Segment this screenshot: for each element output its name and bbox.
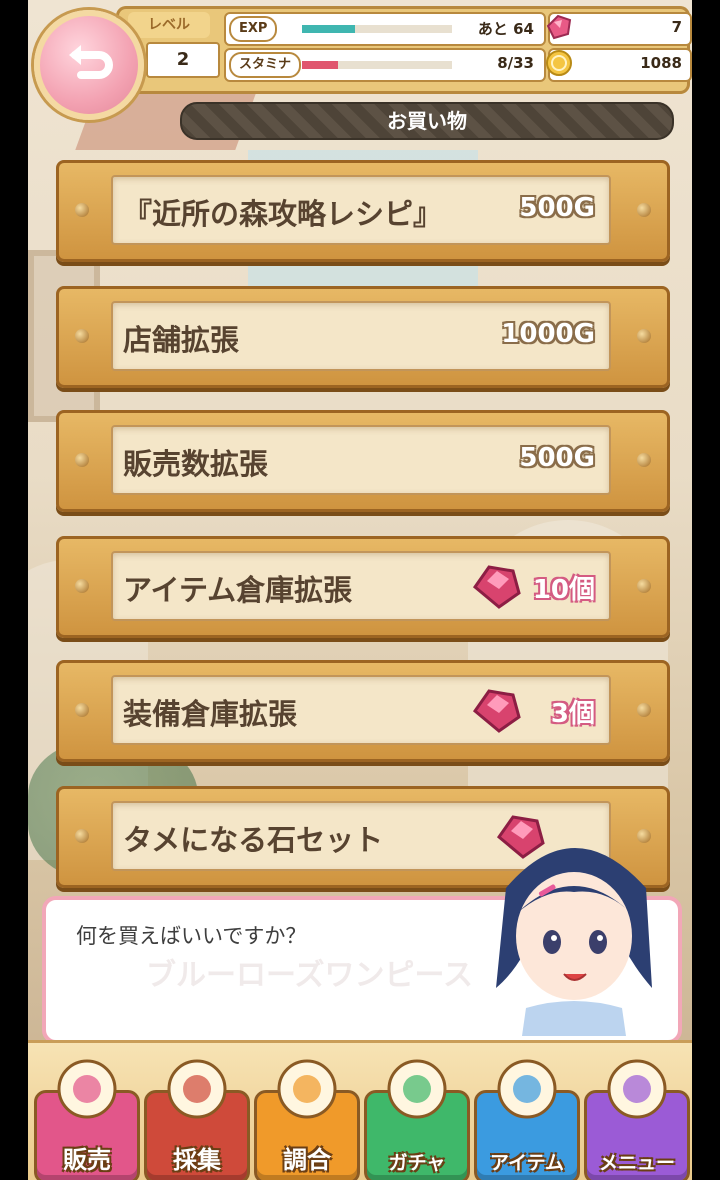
nail-icon <box>75 453 89 467</box>
stamina-fill <box>302 61 338 69</box>
shop-item-price: 500G <box>519 443 595 473</box>
shop-item-price: 10個 <box>532 575 595 605</box>
nail-icon <box>637 579 651 593</box>
shopkeeper-character <box>496 848 652 1036</box>
shop-item[interactable]: アイテム倉庫拡張 10個 <box>56 536 670 638</box>
gem-icon <box>472 565 521 609</box>
exp-label: EXP <box>229 16 278 42</box>
exp-remaining: あと 64 <box>477 20 534 38</box>
shop-item-plate: 『近所の森攻略レシピ』 500G <box>111 175 611 245</box>
gold-count: 1088 <box>640 54 682 72</box>
gem-icon <box>546 14 572 40</box>
nail-icon <box>75 829 89 843</box>
return-arrow-icon <box>69 45 113 79</box>
gold-counter: 1088 <box>546 48 692 82</box>
shop-item-price: 3個 <box>550 699 595 729</box>
shop-item-name: 販売数拡張 <box>123 447 269 481</box>
boot-icon <box>167 1059 227 1119</box>
level-value: 2 <box>146 42 220 78</box>
nail-icon <box>637 203 651 217</box>
shop-item-name: アイテム倉庫拡張 <box>123 573 353 607</box>
back-button[interactable] <box>34 10 144 120</box>
shop-item[interactable]: 販売数拡張 500G <box>56 410 670 512</box>
nav-label: 販売 <box>63 1146 111 1174</box>
nail-icon <box>637 703 651 717</box>
stamina-label: スタミナ <box>229 52 302 78</box>
shop-item-name: タメになる石セット <box>123 823 384 857</box>
potion-icon <box>277 1059 337 1119</box>
shop-item[interactable]: 装備倉庫拡張 3個 <box>56 660 670 762</box>
shop-item-plate: 店舗拡張 1000G <box>111 301 611 371</box>
stamina-value: 8/33 <box>497 54 534 72</box>
exp-track <box>302 25 452 33</box>
nav-label: 調合 <box>283 1146 331 1174</box>
nail-icon <box>637 329 651 343</box>
dialog-message: 何を買えばいいですか？ <box>76 924 307 948</box>
shop-item-name: 『近所の森攻略レシピ』 <box>123 197 443 231</box>
notebook-icon <box>497 1059 557 1119</box>
stamina-bar: スタミナ 8/33 <box>224 48 546 82</box>
nail-icon <box>75 329 89 343</box>
exp-bar: EXP あと 64 <box>224 12 546 46</box>
nail-icon <box>75 703 89 717</box>
nav-label: メニュー <box>598 1152 675 1174</box>
shop-item-price: 500G <box>519 193 595 223</box>
shop-item-plate: 販売数拡張 500G <box>111 425 611 495</box>
shop-item-name: 装備倉庫拡張 <box>123 697 298 731</box>
stamina-track <box>302 61 452 69</box>
shop-item[interactable]: 『近所の森攻略レシピ』 500G <box>56 160 670 262</box>
nav-label: 採集 <box>173 1146 221 1174</box>
level-label: レベル <box>128 12 210 38</box>
gem-icon <box>387 1059 447 1119</box>
nav-button-5[interactable]: アイテム <box>474 1059 580 1180</box>
nav-button-2[interactable]: 採集 <box>144 1059 250 1180</box>
shop-item-plate: アイテム倉庫拡張 10個 <box>111 551 611 621</box>
shop-item-name: 店舗拡張 <box>123 323 240 357</box>
shop-item-price: 1000G <box>501 319 595 349</box>
dialog-background-text: ブルーローズワンピース <box>146 958 473 993</box>
nav-button-3[interactable]: 調合 <box>254 1059 360 1180</box>
game-screen: レベル 2 EXP あと 64 スタミナ 8/33 7 1088 お買い物 『近… <box>28 0 692 1180</box>
shop-item-plate: 装備倉庫拡張 3個 <box>111 675 611 745</box>
gem-count: 7 <box>671 18 682 36</box>
gem-icon <box>472 689 521 733</box>
shop-item[interactable]: 店舗拡張 1000G <box>56 286 670 388</box>
nav-label: アイテム <box>489 1152 565 1174</box>
coin-icon <box>546 50 572 76</box>
exp-fill <box>302 25 355 33</box>
nail-icon <box>75 203 89 217</box>
nail-icon <box>75 579 89 593</box>
nav-button-6[interactable]: メニュー <box>584 1059 690 1180</box>
nav-label: ガチャ <box>388 1152 446 1174</box>
shop-stall-icon <box>57 1059 117 1119</box>
gem-counter: 7 <box>546 12 692 46</box>
gear-icon <box>607 1059 667 1119</box>
nail-icon <box>637 453 651 467</box>
nav-button-4[interactable]: ガチャ <box>364 1059 470 1180</box>
nav-button-1[interactable]: 販売 <box>34 1059 140 1180</box>
page-title: お買い物 <box>180 102 674 140</box>
